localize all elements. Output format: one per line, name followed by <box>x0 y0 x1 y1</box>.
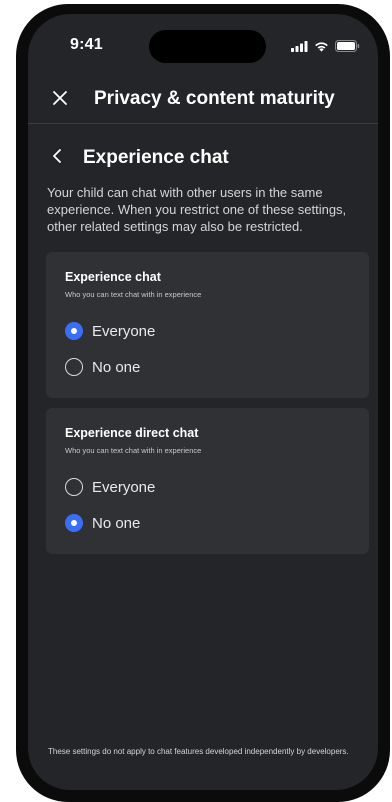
page-title: Privacy & content maturity <box>94 88 335 109</box>
status-time: 9:41 <box>70 36 103 53</box>
radio-selected-icon[interactable] <box>65 514 83 532</box>
chevron-left-icon <box>52 148 62 169</box>
battery-icon <box>335 40 360 52</box>
card-subtitle: Who you can text chat with in experience <box>65 290 202 299</box>
status-bar: 9:41 <box>28 14 378 70</box>
section-description: Your child can chat with other users in … <box>47 185 347 234</box>
card-subtitle: Who you can text chat with in experience <box>65 446 202 455</box>
phone-frame: 9:41 Privacy & content maturity Experien… <box>16 4 390 802</box>
radio-option-everyone[interactable]: Everyone <box>65 476 155 498</box>
close-icon <box>52 90 68 111</box>
footer-note: These settings do not apply to chat feat… <box>48 747 349 756</box>
status-icons <box>291 40 360 52</box>
wifi-icon <box>314 41 329 52</box>
experience-direct-chat-card: Experience direct chat Who you can text … <box>46 408 369 554</box>
radio-selected-icon[interactable] <box>65 322 83 340</box>
radio-label: Everyone <box>92 322 156 340</box>
section-header: Experience chat <box>28 144 378 174</box>
radio-label: No one <box>92 514 141 532</box>
radio-label: No one <box>92 358 141 376</box>
screen: 9:41 Privacy & content maturity Experien… <box>28 14 378 790</box>
radio-unselected-icon[interactable] <box>65 478 83 496</box>
radio-option-everyone[interactable]: Everyone <box>65 320 155 342</box>
header-divider <box>28 123 378 124</box>
radio-option-no-one[interactable]: No one <box>65 356 140 378</box>
card-title: Experience chat <box>65 270 161 284</box>
radio-label: Everyone <box>92 478 156 496</box>
close-button[interactable] <box>48 88 72 112</box>
cellular-signal-icon <box>291 40 308 52</box>
back-button[interactable] <box>48 148 66 168</box>
experience-chat-card: Experience chat Who you can text chat wi… <box>46 252 369 398</box>
radio-unselected-icon[interactable] <box>65 358 83 376</box>
section-title: Experience chat <box>83 147 229 168</box>
dynamic-island <box>149 30 266 63</box>
radio-option-no-one[interactable]: No one <box>65 512 140 534</box>
card-title: Experience direct chat <box>65 426 199 440</box>
header: Privacy & content maturity <box>28 80 378 124</box>
